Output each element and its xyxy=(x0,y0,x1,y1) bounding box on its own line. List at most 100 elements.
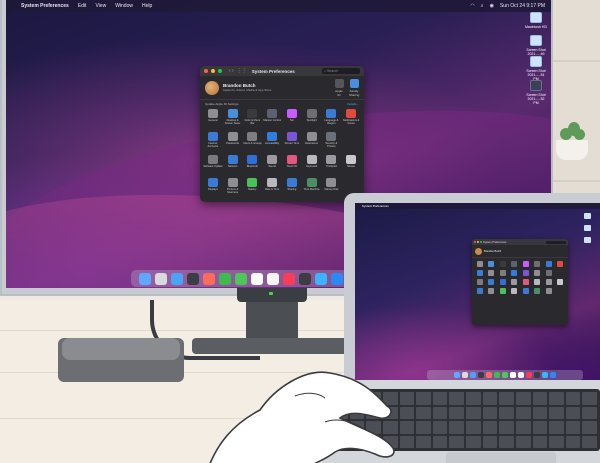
pref-icon[interactable] xyxy=(499,261,506,267)
key[interactable] xyxy=(449,392,464,405)
pref-icon[interactable] xyxy=(557,279,564,285)
pref-item[interactable]: Extensions xyxy=(302,132,322,152)
dock-app-icon[interactable] xyxy=(299,272,311,285)
pref-icon[interactable] xyxy=(545,279,552,285)
pref-item[interactable]: Dock & Menu Bar xyxy=(243,109,263,129)
dock-app-icon[interactable] xyxy=(187,272,199,285)
dock-app-icon[interactable] xyxy=(219,272,231,285)
menu-app-name[interactable]: System Preferences xyxy=(21,3,69,9)
pref-item[interactable]: Passwords xyxy=(223,132,243,152)
dock-app-icon[interactable] xyxy=(542,372,548,378)
key[interactable] xyxy=(482,392,498,405)
key[interactable] xyxy=(466,435,481,448)
dock-app-icon[interactable] xyxy=(235,272,247,285)
pref-item[interactable]: Printers & Scanners xyxy=(223,178,243,198)
pref-item[interactable]: Network xyxy=(223,155,243,175)
zoom-button[interactable] xyxy=(480,241,482,243)
pref-icon[interactable] xyxy=(488,270,495,276)
pref-icon[interactable] xyxy=(557,261,564,267)
key[interactable] xyxy=(565,435,581,448)
pref-item[interactable]: Spotlight xyxy=(302,109,322,129)
key[interactable] xyxy=(549,435,564,448)
pref-item[interactable]: Accessibility xyxy=(262,132,282,152)
key[interactable] xyxy=(532,392,548,405)
dock-app-icon[interactable] xyxy=(283,272,295,285)
pref-item[interactable]: Mission Control xyxy=(262,109,282,129)
menu-item-help[interactable]: Help xyxy=(142,3,152,9)
close-button[interactable] xyxy=(204,69,208,73)
key[interactable] xyxy=(482,421,498,434)
trackpad[interactable] xyxy=(446,452,556,463)
menu-item-window[interactable]: Window xyxy=(115,3,133,9)
apple-id-header[interactable]: Brandon Butch Apple ID, iCloud, Media & … xyxy=(200,76,364,100)
key[interactable] xyxy=(582,406,597,419)
desktop-icon-screenshot[interactable]: Screen Shot 2021-...-51 PM xyxy=(525,56,547,81)
key[interactable] xyxy=(582,421,597,434)
key[interactable] xyxy=(466,392,481,405)
pref-icon[interactable] xyxy=(476,270,483,276)
key[interactable] xyxy=(416,435,431,448)
key[interactable] xyxy=(499,421,514,434)
key[interactable] xyxy=(565,392,581,405)
pref-icon[interactable] xyxy=(488,279,495,285)
dock-app-icon[interactable] xyxy=(494,372,500,378)
pref-item[interactable]: Touch ID xyxy=(282,155,302,175)
file-icon[interactable] xyxy=(583,225,591,231)
dock-app-icon[interactable] xyxy=(171,272,183,285)
key[interactable] xyxy=(416,406,431,419)
key[interactable] xyxy=(549,406,564,419)
search-icon[interactable]: ⌕ xyxy=(481,3,484,9)
key[interactable] xyxy=(565,406,581,419)
pref-icon[interactable] xyxy=(545,270,552,276)
pref-item[interactable]: Mouse xyxy=(341,155,361,175)
dock-app-icon[interactable] xyxy=(486,372,492,378)
zoom-button[interactable] xyxy=(218,69,222,73)
menu-item-view[interactable]: View xyxy=(95,3,106,9)
pref-icon[interactable] xyxy=(499,279,506,285)
desktop-icon-hd[interactable]: Macintosh HD xyxy=(525,12,547,29)
details-link[interactable]: Details... xyxy=(347,102,359,106)
dock-app-icon[interactable] xyxy=(203,272,215,285)
key[interactable] xyxy=(582,435,597,448)
dock-app-icon[interactable] xyxy=(267,272,279,285)
pref-icon[interactable] xyxy=(488,288,495,294)
pref-item[interactable]: Battery xyxy=(243,178,263,198)
dock-app-icon[interactable] xyxy=(478,372,484,378)
pref-item[interactable]: Sharing xyxy=(282,178,302,198)
key[interactable] xyxy=(532,435,548,448)
laptop-apple-id-header[interactable]: Brandon Butch xyxy=(472,245,568,258)
key[interactable] xyxy=(416,421,431,434)
pref-item[interactable]: Notifications & Focus xyxy=(341,109,361,129)
key[interactable] xyxy=(466,421,481,434)
pref-icon[interactable] xyxy=(522,261,529,267)
pref-icon[interactable] xyxy=(499,288,506,294)
dock-app-icon[interactable] xyxy=(315,272,327,285)
desktop-icon-screenshot[interactable]: Screen Shot 2021-...-52 PM xyxy=(525,80,547,105)
key[interactable] xyxy=(532,406,548,419)
dock-app-icon[interactable] xyxy=(331,272,343,285)
dock-app-icon[interactable] xyxy=(454,372,460,378)
search-field[interactable]: ⌕ Search xyxy=(322,68,360,74)
key[interactable] xyxy=(532,421,548,434)
pref-item[interactable]: Trackpad xyxy=(322,155,342,175)
pref-item[interactable]: Keyboard xyxy=(302,155,322,175)
key[interactable] xyxy=(499,392,514,405)
minimize-button[interactable] xyxy=(477,241,479,243)
pref-item[interactable]: Date & Time xyxy=(262,178,282,198)
pref-item[interactable]: Time Machine xyxy=(302,178,322,198)
pref-icon[interactable] xyxy=(545,288,552,294)
key[interactable] xyxy=(416,392,431,405)
dock-app-icon[interactable] xyxy=(518,372,524,378)
key[interactable] xyxy=(432,392,448,405)
pref-item[interactable]: Startup Disk xyxy=(322,178,342,198)
key[interactable] xyxy=(482,435,498,448)
minimize-button[interactable] xyxy=(211,69,215,73)
pref-item[interactable]: Internet Accounts xyxy=(203,132,223,152)
key[interactable] xyxy=(582,392,597,405)
key[interactable] xyxy=(432,421,448,434)
pref-item[interactable]: General xyxy=(203,109,223,129)
key[interactable] xyxy=(449,435,464,448)
laptop-menu-app-name[interactable]: System Preferences xyxy=(362,204,389,208)
pref-icon[interactable] xyxy=(534,279,541,285)
apple-id-pref[interactable]: Apple ID xyxy=(334,78,344,97)
